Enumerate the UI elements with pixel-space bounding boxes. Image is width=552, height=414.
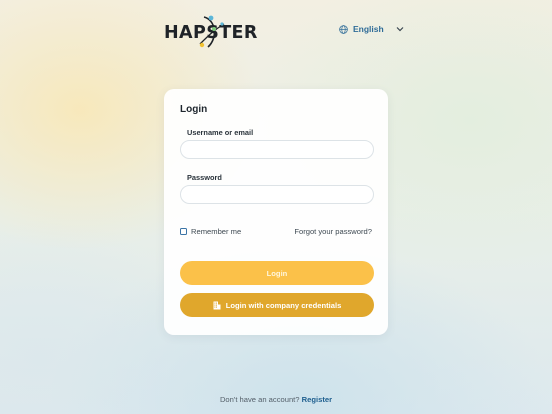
register-prompt: Don't have an account? Register [0, 395, 552, 404]
hapster-logo: HAPSTER [164, 14, 257, 50]
password-label: Password [187, 173, 222, 182]
company-login-label: Login with company credentials [225, 300, 342, 310]
register-prompt-text: Don't have an account? [219, 395, 300, 404]
chevron-down-icon [396, 27, 404, 32]
language-selector[interactable]: English [339, 24, 404, 34]
username-label: Username or email [187, 128, 254, 137]
remember-me-checkbox[interactable]: Remember me [180, 227, 241, 236]
card-title: Login [180, 104, 208, 115]
company-login-button[interactable]: Login with company credentials [180, 293, 374, 317]
logo-orbit-icon [199, 15, 225, 48]
login-button[interactable]: Login [180, 261, 374, 285]
language-label: English [353, 24, 384, 34]
globe-icon [339, 24, 348, 34]
checkbox-box[interactable] [180, 228, 187, 235]
username-input[interactable] [180, 140, 374, 159]
forgot-password-link[interactable]: Forgot your password? [294, 227, 372, 236]
building-icon [213, 301, 221, 309]
remember-me-label: Remember me [191, 227, 242, 236]
register-link[interactable]: Register [302, 395, 332, 404]
password-input[interactable] [180, 185, 374, 204]
login-card: Login Username or email Password Remembe… [164, 89, 388, 335]
